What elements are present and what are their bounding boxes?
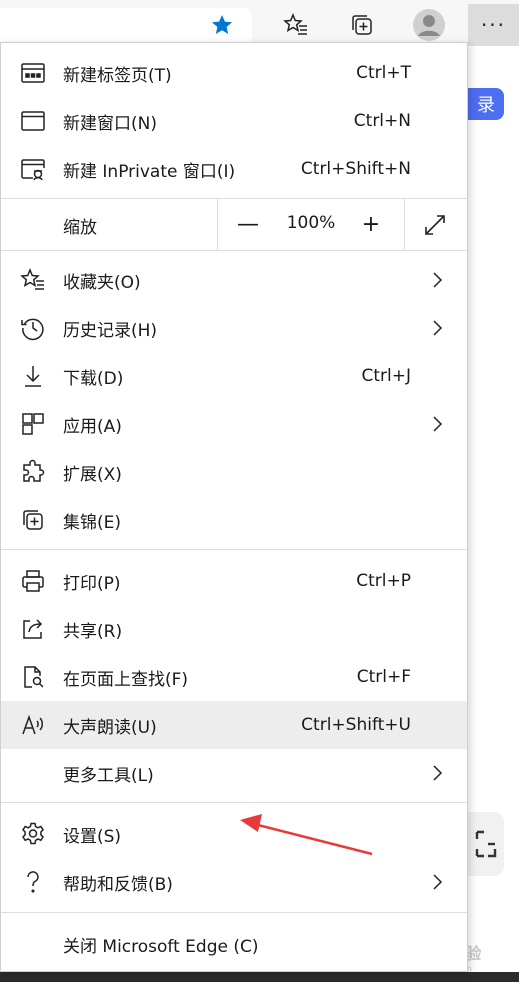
zoom-out-button[interactable]: — [231, 207, 265, 241]
menu-item-label: 打印(P) [63, 573, 121, 594]
menu-item-label: 集锦(E) [63, 512, 122, 533]
favorite-star-icon[interactable] [205, 8, 239, 42]
collections-icon [19, 506, 47, 534]
login-button[interactable]: 录 [468, 88, 504, 120]
menu-item-label: 在页面上查找(F) [63, 669, 189, 690]
menu-item-shortcut: Ctrl+F [356, 667, 411, 687]
new-tab-icon [19, 59, 47, 87]
menu-item-new-window[interactable]: 新建窗口(N) Ctrl+N [1, 97, 467, 145]
menu-item-label: 帮助和反馈(B) [63, 874, 173, 895]
annotation-arrow-icon [240, 814, 373, 856]
qr-code-icon[interactable] [468, 812, 504, 876]
menu-item-downloads[interactable]: 下载(D) Ctrl+J [1, 352, 467, 400]
taskbar [0, 972, 519, 982]
menu-item-read-aloud[interactable]: 大声朗读(U) Ctrl+Shift+U [1, 701, 467, 749]
menu-item-label: 应用(A) [63, 416, 122, 437]
menu-item-extensions[interactable]: 扩展(X) [1, 448, 467, 496]
menu-item-shortcut: Ctrl+T [356, 63, 411, 83]
zoom-divider [217, 199, 218, 250]
browser-toolbar: ··· [0, 0, 519, 46]
menu-item-new-tab[interactable]: 新建标签页(T) Ctrl+T [1, 49, 467, 97]
help-icon [19, 868, 47, 896]
read-aloud-icon [19, 711, 47, 739]
chevron-right-icon [433, 272, 443, 288]
zoom-row: 缩放 — 100% + [1, 199, 467, 250]
favorites-toolbar-icon[interactable] [279, 8, 313, 42]
menu-item-label: 新建 InPrivate 窗口(I) [63, 161, 236, 182]
menu-item-label: 设置(S) [63, 826, 122, 847]
menu-item-apps[interactable]: 应用(A) [1, 400, 467, 448]
share-icon [19, 615, 47, 643]
chevron-right-icon [433, 416, 443, 432]
menu-item-new-inprivate-window[interactable]: 新建 InPrivate 窗口(I) Ctrl+Shift+N [1, 145, 467, 193]
menu-item-shortcut: Ctrl+N [353, 111, 411, 131]
menu-item-shortcut: Ctrl+Shift+N [300, 159, 411, 179]
zoom-level: 100% [286, 213, 336, 233]
collections-toolbar-icon[interactable] [345, 8, 379, 42]
menu-item-label: 收藏夹(O) [63, 272, 141, 293]
menu-item-find-on-page[interactable]: 在页面上查找(F) Ctrl+F [1, 653, 467, 701]
menu-item-label: 扩展(X) [63, 464, 122, 485]
menu-item-share[interactable]: 共享(R) [1, 605, 467, 653]
history-icon [19, 314, 47, 342]
extensions-icon [19, 458, 47, 486]
apps-icon [19, 410, 47, 438]
zoom-in-button[interactable]: + [354, 207, 388, 241]
menu-item-label: 更多工具(L) [63, 765, 154, 786]
menu-item-collections[interactable]: 集锦(E) [1, 496, 467, 544]
menu-item-shortcut: Ctrl+Shift+U [301, 715, 411, 735]
menu-item-label: 共享(R) [63, 621, 123, 642]
menu-divider [1, 549, 467, 550]
zoom-label: 缩放 [63, 218, 97, 238]
menu-item-label: 历史记录(H) [63, 320, 158, 341]
menu-item-more-tools[interactable]: 更多工具(L) [1, 749, 467, 797]
profile-avatar-icon[interactable] [412, 8, 446, 42]
menu-item-history[interactable]: 历史记录(H) [1, 304, 467, 352]
settings-icon [19, 820, 47, 848]
fullscreen-icon[interactable] [419, 209, 451, 241]
favorites-icon [19, 266, 47, 294]
menu-item-close-edge[interactable]: 关闭 Microsoft Edge (C) [1, 920, 467, 968]
menu-item-favorites[interactable]: 收藏夹(O) [1, 256, 467, 304]
menu-item-label: 新建窗口(N) [63, 113, 157, 134]
chevron-right-icon [433, 320, 443, 336]
menu-divider [1, 912, 467, 913]
find-on-page-icon [19, 663, 47, 691]
new-window-icon [19, 107, 47, 135]
inprivate-window-icon [19, 155, 47, 183]
menu-divider [1, 802, 467, 803]
chevron-right-icon [433, 765, 443, 781]
settings-and-more-button[interactable]: ··· [468, 4, 519, 46]
menu-item-label: 新建标签页(T) [63, 65, 172, 86]
menu-item-label: 下载(D) [63, 368, 124, 389]
menu-item-label: 大声朗读(U) [63, 717, 157, 738]
download-icon [19, 362, 47, 390]
menu-item-print[interactable]: 打印(P) Ctrl+P [1, 557, 467, 605]
menu-item-shortcut: Ctrl+J [361, 366, 411, 386]
chevron-right-icon [433, 874, 443, 890]
menu-item-label: 关闭 Microsoft Edge (C) [63, 936, 259, 957]
menu-divider [1, 250, 467, 251]
print-icon [19, 567, 47, 595]
zoom-divider [404, 199, 405, 250]
menu-item-shortcut: Ctrl+P [356, 571, 411, 591]
